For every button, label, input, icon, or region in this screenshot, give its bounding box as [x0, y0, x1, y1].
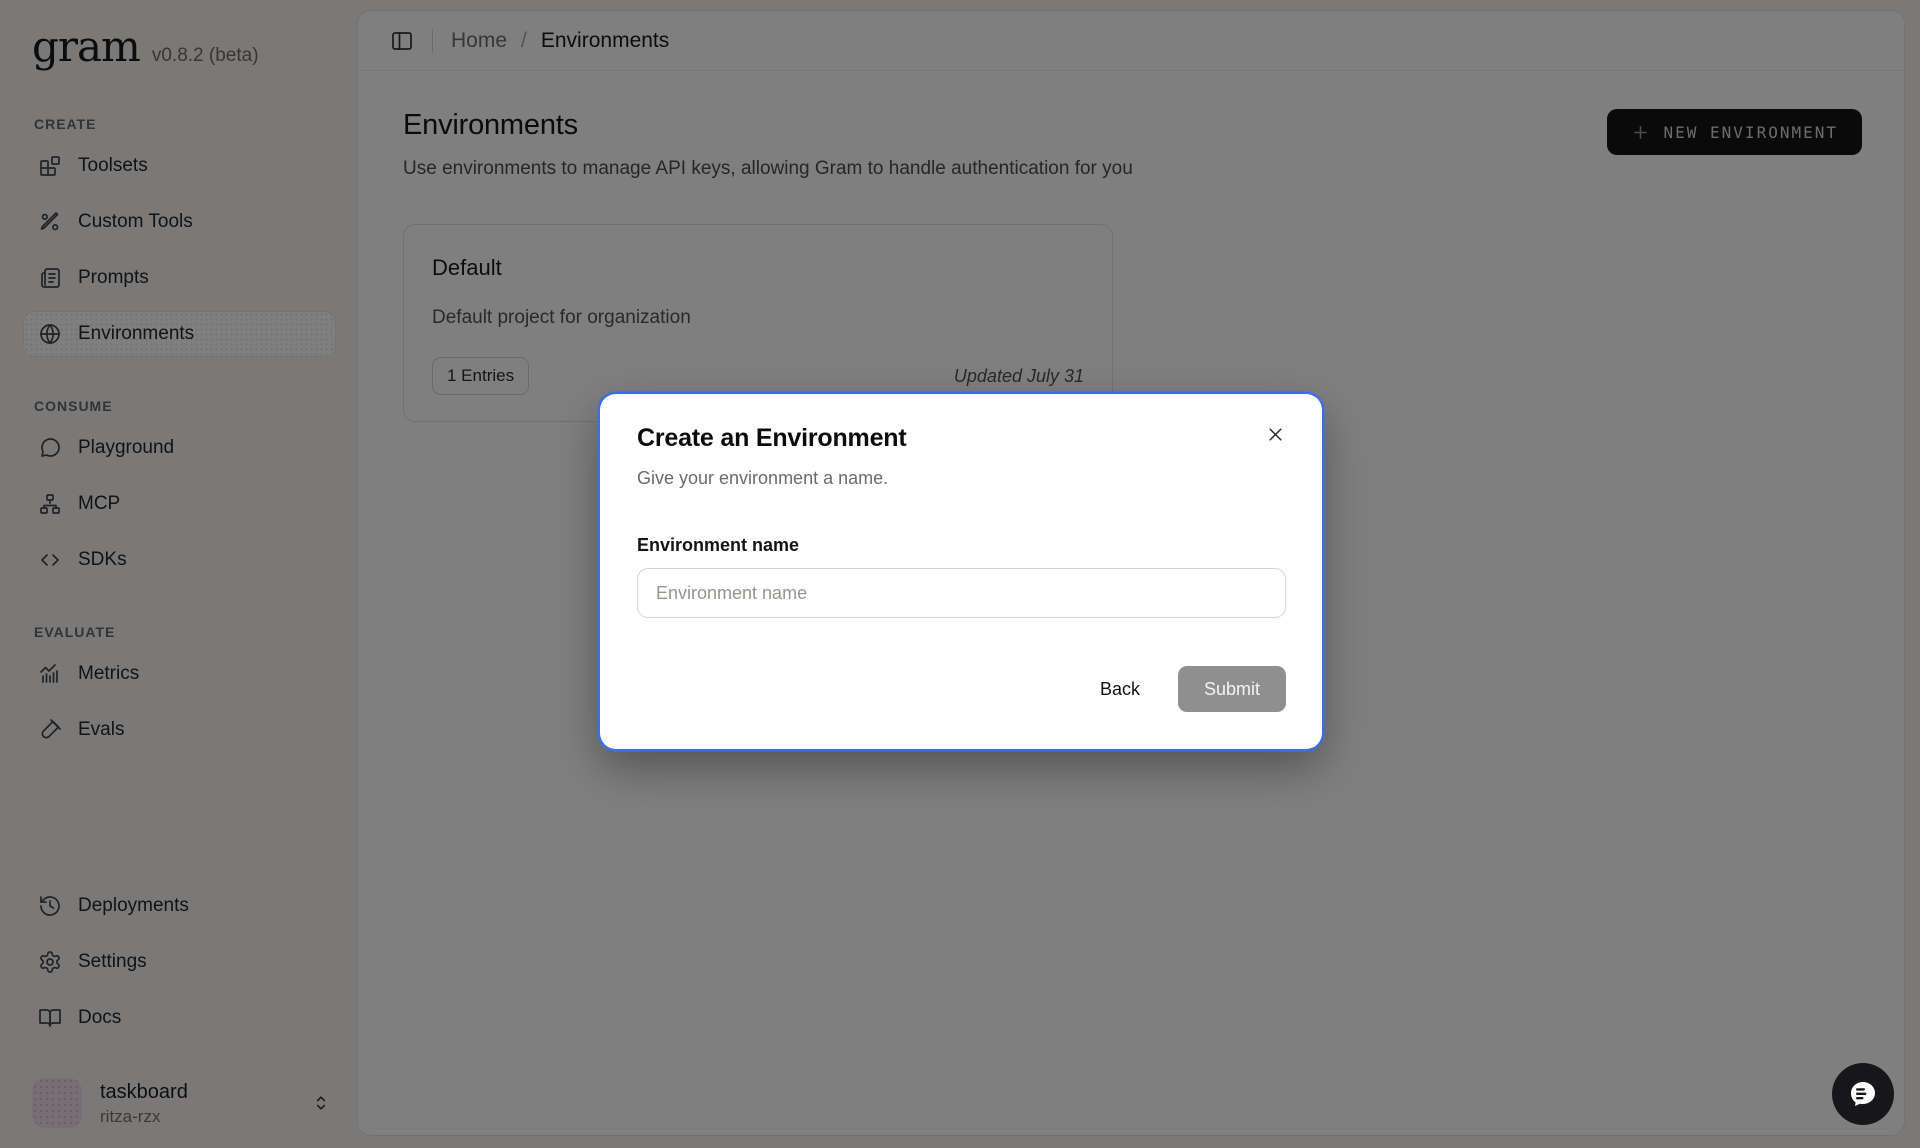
modal-title: Create an Environment	[637, 424, 1286, 453]
environment-name-input[interactable]	[637, 568, 1286, 618]
chat-help-button[interactable]	[1832, 1063, 1894, 1125]
modal-subtitle: Give your environment a name.	[637, 468, 1286, 489]
create-environment-modal: Create an Environment Give your environm…	[600, 394, 1322, 749]
close-icon[interactable]	[1261, 420, 1290, 449]
environment-name-label: Environment name	[637, 535, 1286, 556]
submit-button[interactable]: Submit	[1178, 666, 1286, 712]
modal-footer: Back Submit	[637, 666, 1286, 712]
back-button[interactable]: Back	[1100, 679, 1140, 700]
chat-help-icon	[1845, 1076, 1881, 1112]
